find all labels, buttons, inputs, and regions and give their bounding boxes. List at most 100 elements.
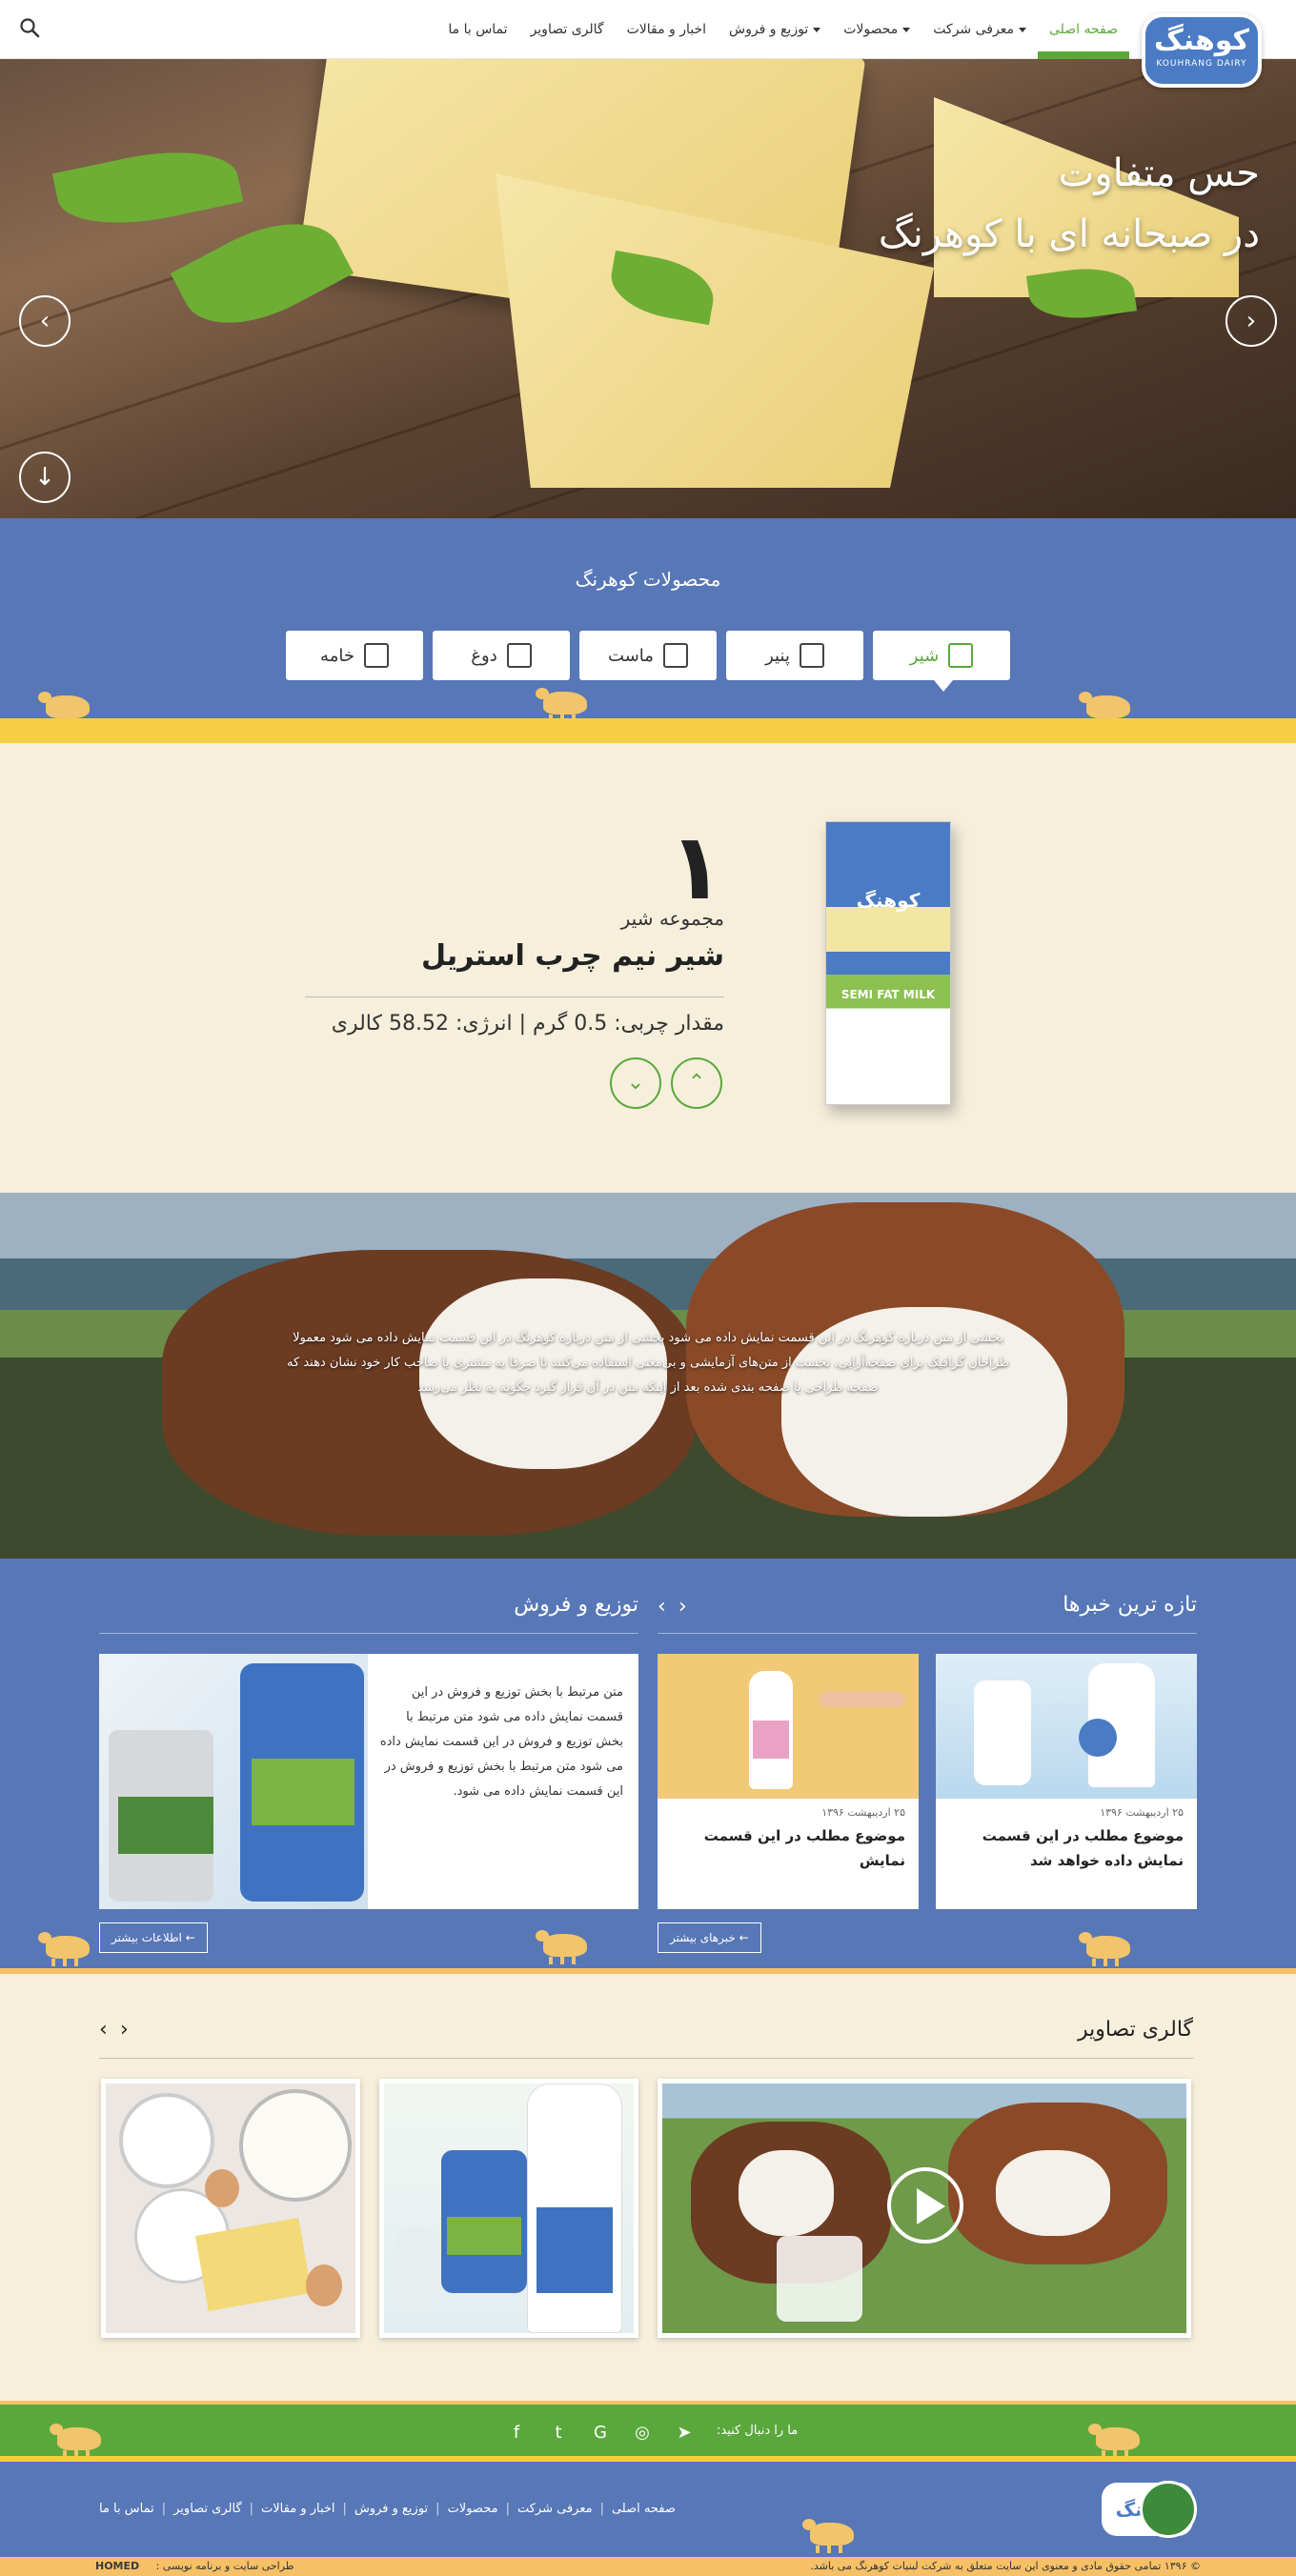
nav-item[interactable]: محصولات [832, 0, 921, 59]
nav-item[interactable]: تماس با ما [436, 0, 518, 59]
footer-nav-separator: | [435, 2502, 440, 2516]
cow-illustration [536, 688, 587, 722]
facebook-icon[interactable]: f [505, 2422, 528, 2445]
bottle-icon [506, 643, 532, 668]
product-name: شیر نیم چرب استریل [421, 939, 724, 973]
news-date: ۲۵ اردیبهشت ۱۳۹۶ [821, 1806, 905, 1819]
footer-nav-link[interactable]: تماس با ما [99, 2502, 154, 2516]
site-footer: صفحه اصلی | معرفی شرکت | محصولات | توزیع و فرو… [0, 2462, 1296, 2557]
gallery-image[interactable] [101, 2079, 360, 2338]
news-image [936, 1654, 1197, 1799]
chevron-down-icon [813, 27, 821, 32]
logo-subtext: KOUHRANG DAIRY [1156, 59, 1247, 69]
chevron-down-icon [902, 27, 911, 32]
logo-text: کوهنگ [1153, 24, 1250, 57]
gallery-image[interactable] [379, 2079, 638, 2338]
hero-next-button[interactable]: › [1225, 295, 1277, 347]
footer-nav-link[interactable]: صفحه اصلی [612, 2502, 676, 2516]
product-tab-label: پنیر [765, 645, 790, 666]
designer-credit: طراحی سایت و برنامه نویسی : HOMED [95, 2560, 294, 2572]
distribution-title: توزیع و فروش [514, 1593, 638, 1617]
footer-nav-link[interactable]: معرفی شرکت [517, 2502, 593, 2516]
product-tabs: شیر پنیر ماست دوغ خامه [286, 631, 1010, 692]
product-tab-label: خامه [320, 645, 354, 666]
product-number: ۱ [668, 814, 724, 920]
product-down-button[interactable]: ⌄ [610, 1057, 661, 1109]
cow-illustration [38, 692, 90, 726]
products-title: محصولات کوهرنگ [575, 568, 721, 591]
gallery-prev-button[interactable]: ‹ [99, 2018, 108, 2042]
news-title: تازه ترین خبرها [1063, 1593, 1197, 1617]
yogurt-cup-icon [662, 643, 688, 668]
nav-item[interactable]: گالری تصاویر [519, 0, 616, 59]
gallery-title: گالری تصاویر [1077, 2018, 1193, 2042]
instagram-icon[interactable]: ◎ [631, 2422, 654, 2445]
news-headline[interactable]: موضوع مطلب در این قسمت نمایش داده خواهد … [945, 1823, 1184, 1873]
footer-nav-separator: | [161, 2502, 167, 2516]
footer-nav: صفحه اصلی | معرفی شرکت | محصولات | توزیع و فرو… [99, 2502, 676, 2516]
pack-label: SEMI FAT MILK [840, 988, 936, 1001]
cheese-icon [799, 643, 824, 668]
google-plus-icon[interactable]: G [589, 2422, 612, 2445]
gallery-video[interactable] [658, 2079, 1191, 2338]
footer-nav-link[interactable]: گالری تصاویر [173, 2502, 242, 2516]
nav-item-label: تماس با ما [448, 22, 508, 37]
nav-item-label: گالری تصاویر [530, 22, 604, 37]
more-news-button[interactable]: خبرهای بیشتر ← [658, 1922, 761, 1953]
credit-label: طراحی سایت و برنامه نویسی : [155, 2560, 294, 2572]
follow-label: ما را دنبال کنید: [717, 2424, 799, 2438]
pack-logo: کوهنگ [856, 889, 921, 912]
arrow-left-icon: ← [185, 1931, 195, 1944]
nav-item[interactable]: توزیع و فروش [718, 0, 832, 59]
more-info-button[interactable]: اطلاعات بیشتر ← [99, 1922, 208, 1953]
nav-item[interactable]: صفحه اصلی [1037, 0, 1130, 59]
partner-logo [1140, 2481, 1197, 2538]
hero-title-line1: حس متفاوت [1058, 151, 1260, 195]
news-next-button[interactable]: › [678, 1595, 687, 1619]
twitter-icon[interactable]: t [547, 2422, 570, 2445]
footer-nav-link[interactable]: توزیع و فروش [354, 2502, 428, 2516]
footer-nav-separator: | [599, 2502, 604, 2516]
footer-nav-separator: | [505, 2502, 510, 2516]
site-logo[interactable]: کوهنگ KOUHRANG DAIRY [1142, 13, 1262, 88]
hero-caption: حس متفاوت در صبحانه ای با کوهرنگ [879, 143, 1260, 265]
divider [305, 996, 724, 997]
cow-illustration [536, 1930, 587, 1964]
play-icon[interactable] [887, 2167, 963, 2244]
product-tab[interactable]: شیر [873, 631, 1010, 692]
cow-illustration [802, 2519, 854, 2553]
hero-title-line2: در صبحانه ای با کوهرنگ [878, 212, 1260, 256]
product-tab-label: دوغ [471, 645, 497, 666]
news-date: ۲۵ اردیبهشت ۱۳۹۶ [1100, 1806, 1184, 1819]
copyright-text: © ۱۳۹۶ تمامی حقوق مادی و معنوی این سایت … [810, 2560, 1201, 2572]
arrow-left-icon: ← [739, 1931, 749, 1944]
divider [99, 2058, 1193, 2059]
footer-nav-link[interactable]: محصولات [448, 2502, 498, 2516]
footer-nav-link[interactable]: اخبار و مقالات [261, 2502, 335, 2516]
scroll-down-button[interactable]: ↓ [19, 452, 71, 503]
nav-item[interactable]: معرفی شرکت [921, 0, 1038, 59]
more-info-label: اطلاعات بیشتر [111, 1931, 182, 1944]
yellow-stripe [0, 718, 1296, 743]
news-image [658, 1654, 919, 1799]
news-headline[interactable]: موضوع مطلب در این قسمت نمایش [667, 1823, 905, 1873]
product-tab[interactable]: خامه [286, 631, 423, 680]
gallery-next-button[interactable]: › [120, 2018, 129, 2042]
product-tab-label: ماست [608, 645, 654, 666]
news-prev-button[interactable]: ‹ [658, 1595, 666, 1619]
search-icon[interactable] [17, 15, 42, 40]
products-section: محصولات کوهرنگ شیر پنیر ماست دوغ خامه [0, 518, 1296, 726]
divider [99, 1633, 638, 1634]
designer-logo[interactable]: HOMED [95, 2560, 139, 2572]
news-card[interactable]: ۲۵ اردیبهشت ۱۳۹۶ موضوع مطلب در این قسمت … [936, 1654, 1197, 1909]
hero-prev-button[interactable]: ‹ [19, 295, 71, 347]
product-tab[interactable]: ماست [579, 631, 717, 680]
milk-pack-image: کوهنگ SEMI FAT MILK [825, 821, 951, 1105]
nav-item[interactable]: اخبار و مقالات [616, 0, 718, 59]
product-tab[interactable]: دوغ [433, 631, 570, 680]
telegram-icon[interactable]: ➤ [673, 2422, 696, 2445]
product-tab[interactable]: پنیر [726, 631, 863, 680]
news-card[interactable]: ۲۵ اردیبهشت ۱۳۹۶ موضوع مطلب در این قسمت … [658, 1654, 919, 1909]
gallery-section: گالری تصاویر ‹ › [0, 1974, 1296, 2405]
product-up-button[interactable]: ⌃ [671, 1057, 722, 1109]
